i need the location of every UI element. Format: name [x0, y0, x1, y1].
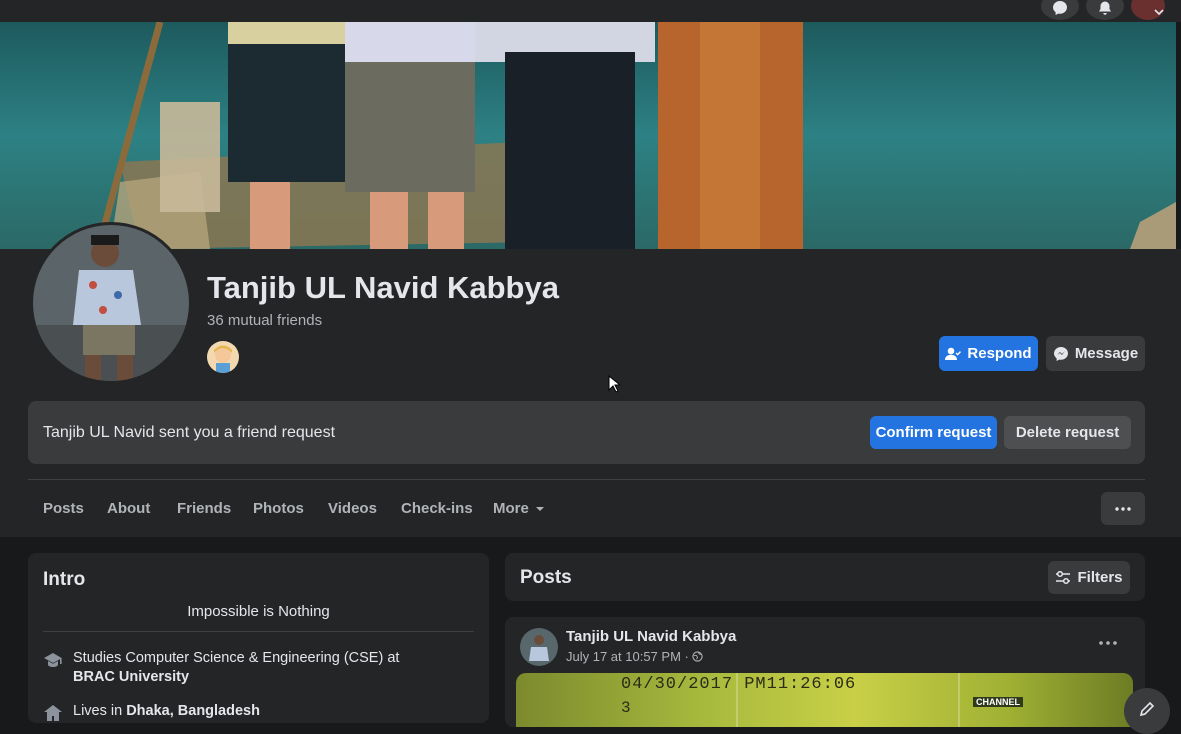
mutual-friend-avatar[interactable] [206, 340, 240, 374]
messenger-icon [1053, 346, 1068, 361]
tab-more[interactable]: More [493, 500, 545, 517]
account-avatar[interactable] [1131, 0, 1165, 20]
person-check-icon [945, 347, 962, 360]
profile-name: Tanjib UL Navid Kabbya [207, 270, 559, 305]
tab-posts[interactable]: Posts [43, 500, 84, 517]
posts-header-card: Posts Filters [505, 553, 1145, 601]
tab-friends[interactable]: Friends [177, 500, 231, 517]
message-button[interactable]: Message [1046, 336, 1145, 371]
intro-education: Studies Computer Science & Engineering (… [43, 649, 443, 687]
sliders-icon [1056, 570, 1071, 584]
globe-public-icon [692, 651, 703, 662]
studies-text: Studies Computer Science & Engineering (… [73, 650, 400, 666]
intro-card: Intro Impossible is Nothing Studies Comp… [28, 553, 489, 723]
mouse-cursor-icon [608, 375, 620, 393]
post-author-name[interactable]: Tanjib UL Navid Kabbya [566, 628, 736, 645]
confirm-request-button[interactable]: Confirm request [870, 416, 997, 449]
tab-videos[interactable]: Videos [328, 500, 377, 517]
respond-label: Respond [967, 345, 1032, 362]
channel-logo-badge: CHANNEL [973, 697, 1023, 707]
school-link[interactable]: BRAC University [73, 669, 189, 685]
new-message-button[interactable] [1124, 688, 1170, 734]
ellipsis-icon [1099, 641, 1117, 645]
confirm-request-label: Confirm request [875, 424, 992, 441]
delete-request-label: Delete request [1015, 424, 1120, 441]
header-divider [28, 479, 1145, 480]
graduation-cap-icon [44, 653, 62, 667]
home-icon [44, 705, 62, 721]
ellipsis-icon [1115, 506, 1131, 511]
tab-about[interactable]: About [107, 500, 150, 517]
post-options-button[interactable] [1099, 632, 1117, 650]
post-timestamp[interactable]: July 17 at 10:57 PM · [566, 649, 703, 664]
tab-check-ins[interactable]: Check-ins [401, 500, 473, 517]
intro-divider [43, 631, 474, 632]
filters-button[interactable]: Filters [1048, 561, 1130, 594]
intro-bio: Impossible is Nothing [187, 603, 330, 620]
intro-lives-in: Lives in Dhaka, Bangladesh [43, 702, 260, 723]
post-author-avatar[interactable] [520, 628, 558, 666]
post-time-text: July 17 at 10:57 PM · [566, 649, 689, 664]
notifications-bell-icon[interactable] [1086, 0, 1124, 20]
intro-title: Intro [43, 569, 86, 590]
tab-photos[interactable]: Photos [253, 500, 304, 517]
filters-label: Filters [1077, 569, 1123, 586]
respond-button[interactable]: Respond [939, 336, 1038, 371]
friend-request-card: Tanjib UL Navid sent you a friend reques… [28, 401, 1145, 464]
top-navigation-bar [0, 0, 1181, 22]
message-label: Message [1074, 345, 1139, 362]
caret-down-icon [535, 506, 544, 511]
post-card: Tanjib UL Navid Kabbya July 17 at 10:57 … [505, 617, 1145, 727]
profile-picture[interactable] [33, 225, 189, 381]
post-video-thumbnail[interactable]: 04/30/2017 PM11:26:06 3 CHANNEL [516, 673, 1133, 727]
cover-photo[interactable] [0, 22, 1176, 249]
lives-text: Lives in [73, 703, 127, 719]
video-timestamp-overlay: 04/30/2017 PM11:26:06 [621, 675, 857, 694]
tab-more-label: More [493, 500, 529, 517]
mutual-friends-count[interactable]: 36 mutual friends [207, 312, 322, 329]
messenger-icon[interactable] [1041, 0, 1079, 20]
compose-pencil-icon [1139, 701, 1155, 717]
delete-request-button[interactable]: Delete request [1004, 416, 1131, 449]
profile-more-options-button[interactable] [1101, 492, 1145, 525]
video-counter-overlay: 3 [621, 699, 631, 717]
city-link[interactable]: Dhaka, Bangladesh [126, 703, 260, 719]
posts-title: Posts [520, 567, 572, 588]
friend-request-text: Tanjib UL Navid sent you a friend reques… [43, 424, 336, 441]
